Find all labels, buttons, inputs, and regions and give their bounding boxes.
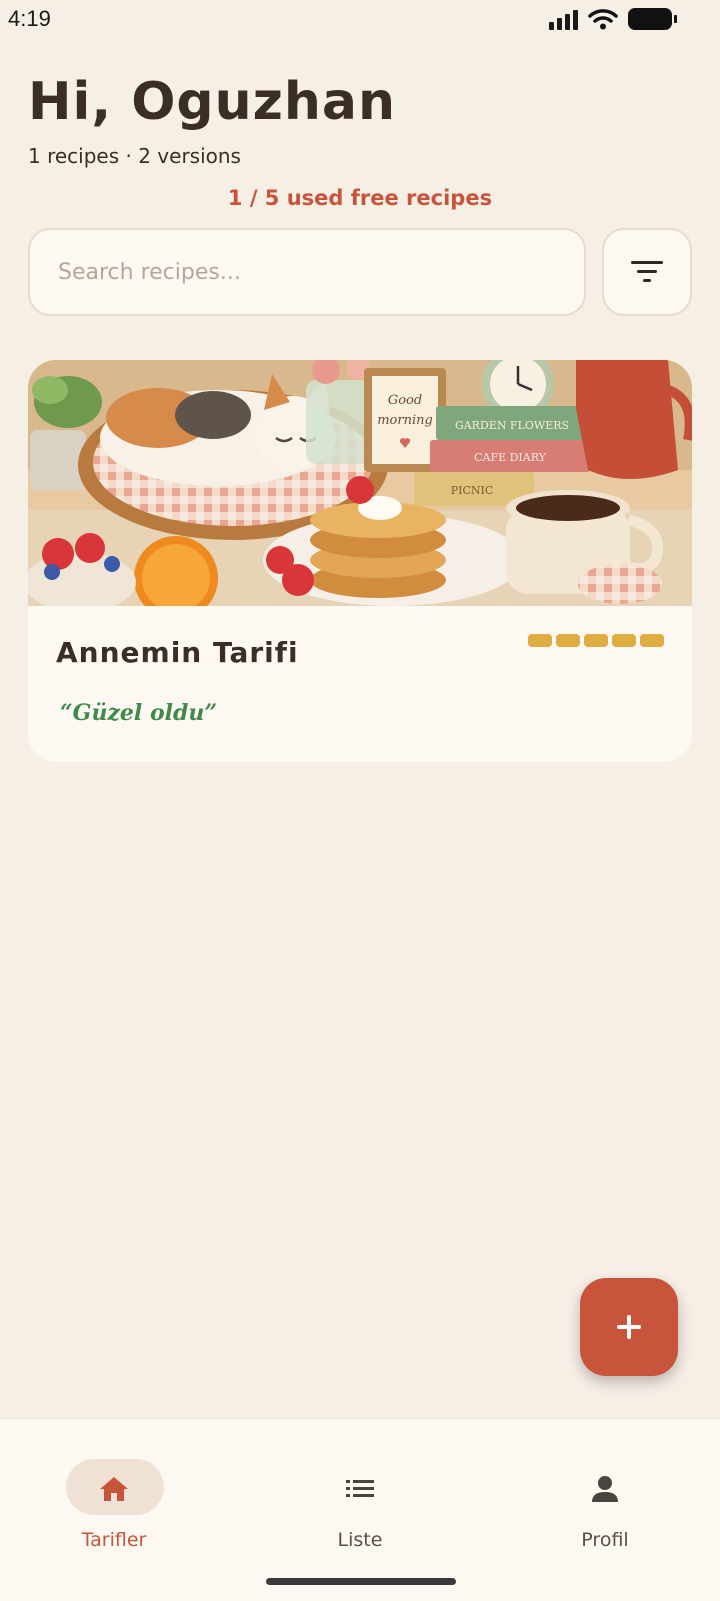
nav-item-liste[interactable]: Liste <box>280 1439 440 1551</box>
greeting-title: Hi, Oguzhan <box>28 72 397 132</box>
recipe-stats: 1 recipes · 2 versions <box>28 144 241 168</box>
status-icons <box>549 8 677 30</box>
list-icon <box>346 1480 374 1497</box>
book-title-3: PICNIC <box>451 484 494 497</box>
search-input[interactable] <box>56 258 584 286</box>
book-title-1: GARDEN FLOWERS <box>455 419 569 432</box>
nav-label: Tarifler <box>81 1529 147 1551</box>
recipe-image: Good morning GARDEN FLOWERS CAFE DIARY P… <box>28 360 692 606</box>
rating-segment <box>556 634 580 647</box>
rating-indicator <box>528 634 664 647</box>
recipe-card[interactable]: Good morning GARDEN FLOWERS CAFE DIARY P… <box>28 360 692 762</box>
free-usage-text: 1 / 5 used free recipes <box>227 186 493 210</box>
frame-text-2: morning <box>377 413 433 428</box>
search-box[interactable] <box>28 228 586 316</box>
filter-button[interactable] <box>602 228 692 316</box>
home-indicator <box>266 1578 456 1585</box>
nav-item-profil[interactable]: Profil <box>525 1439 685 1551</box>
rating-segment <box>584 634 608 647</box>
nav-label: Liste <box>337 1529 383 1551</box>
nav-label: Profil <box>581 1529 629 1551</box>
recipe-title: Annemin Tarifi <box>56 636 299 669</box>
rating-segment <box>612 634 636 647</box>
book-title-2: CAFE DIARY <box>474 451 547 464</box>
signal-icon <box>549 8 578 30</box>
status-bar: 4:19 <box>0 0 720 44</box>
frame-text-1: Good <box>388 393 422 408</box>
bottom-nav: Tarifler Liste Profil <box>0 1418 720 1601</box>
home-icon <box>100 1477 128 1501</box>
plus-icon <box>617 1315 641 1339</box>
person-icon <box>592 1476 618 1502</box>
recipe-note: “Güzel oldu” <box>60 700 218 726</box>
filter-icon <box>631 261 663 282</box>
add-recipe-button[interactable] <box>580 1278 678 1376</box>
nav-item-tarifler[interactable]: Tarifler <box>34 1439 194 1551</box>
rating-segment <box>640 634 664 647</box>
status-time: 4:19 <box>8 6 51 31</box>
wifi-icon <box>588 9 618 30</box>
rating-segment <box>528 634 552 647</box>
battery-icon <box>628 8 677 30</box>
